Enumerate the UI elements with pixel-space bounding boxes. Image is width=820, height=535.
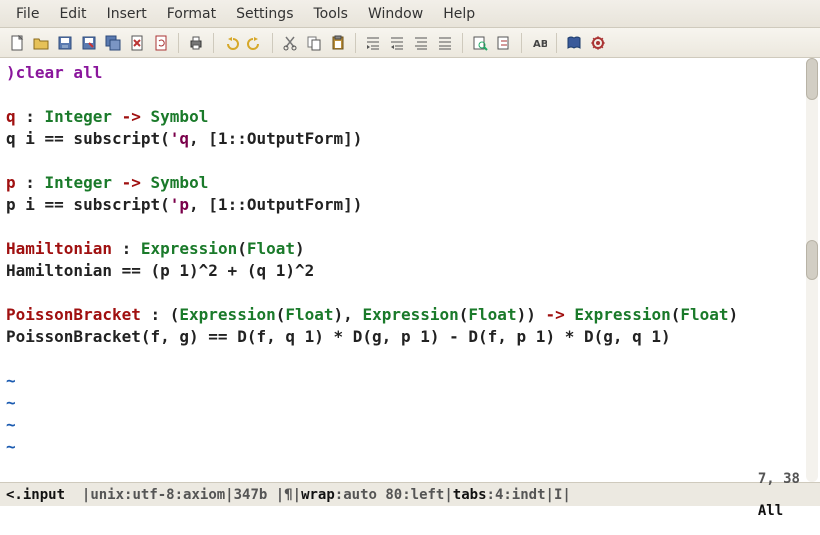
- status-sep: |: [293, 487, 301, 503]
- save-as-icon[interactable]: [78, 32, 100, 54]
- uncomment-icon[interactable]: [434, 32, 456, 54]
- cut-icon[interactable]: [279, 32, 301, 54]
- comment-icon[interactable]: [410, 32, 432, 54]
- code-line: [6, 84, 814, 106]
- status-line-col: 7, 38: [758, 471, 800, 487]
- editor-view[interactable]: )clear all q : Integer -> Symbolq i == s…: [0, 58, 820, 482]
- editor-content[interactable]: )clear all q : Integer -> Symbolq i == s…: [0, 58, 820, 462]
- code-line: Hamiltonian == (p 1)^2 + (q 1)^2: [6, 260, 814, 282]
- toolbar-separator: [272, 33, 273, 53]
- reload-icon[interactable]: [150, 32, 172, 54]
- print-icon[interactable]: [185, 32, 207, 54]
- paste-icon[interactable]: [327, 32, 349, 54]
- code-line: [6, 216, 814, 238]
- status-filetype: <.input: [6, 487, 65, 503]
- status-tabs-label: tabs: [453, 487, 487, 503]
- menu-format[interactable]: Format: [157, 0, 226, 28]
- status-tabs-val: :4:indt: [487, 487, 546, 503]
- statusbar: <.input | unix:utf-8:axiom | 347b | ¶ | …: [0, 482, 820, 506]
- open-icon[interactable]: [30, 32, 52, 54]
- redo-icon[interactable]: [244, 32, 266, 54]
- scrollbar-thumb[interactable]: [806, 58, 818, 100]
- code-line: PoissonBracket(f, g) == D(f, q 1) * D(g,…: [6, 326, 814, 348]
- save-all-icon[interactable]: [102, 32, 124, 54]
- menu-window[interactable]: Window: [358, 0, 433, 28]
- goto-icon[interactable]: AB: [528, 32, 550, 54]
- save-icon[interactable]: [54, 32, 76, 54]
- code-line: p : Integer -> Symbol: [6, 172, 814, 194]
- code-line: [6, 348, 814, 370]
- code-line: PoissonBracket : (Expression(Float), Exp…: [6, 304, 814, 326]
- menu-settings[interactable]: Settings: [226, 0, 303, 28]
- book-icon[interactable]: [563, 32, 585, 54]
- code-line: Hamiltonian : Expression(Float): [6, 238, 814, 260]
- toolbar-separator: [556, 33, 557, 53]
- code-line: ~: [6, 392, 814, 414]
- toolbar-separator: [462, 33, 463, 53]
- code-line: [6, 282, 814, 304]
- gear-icon[interactable]: [587, 32, 609, 54]
- status-sep: |: [267, 487, 284, 503]
- new-icon[interactable]: [6, 32, 28, 54]
- code-line: q : Integer -> Symbol: [6, 106, 814, 128]
- status-sep: |: [546, 487, 554, 503]
- status-mode: I: [554, 487, 562, 503]
- close-icon[interactable]: [126, 32, 148, 54]
- scrollbar-thumb[interactable]: [806, 240, 818, 280]
- menu-tools[interactable]: Tools: [303, 0, 358, 28]
- status-sep: |: [562, 487, 570, 503]
- status-sep: |: [225, 487, 233, 503]
- code-line: )clear all: [6, 62, 814, 84]
- status-sep: |: [65, 487, 90, 503]
- toolbar-separator: [213, 33, 214, 53]
- pilcrow-icon: ¶: [284, 487, 292, 503]
- status-wrap-label: wrap: [301, 487, 335, 503]
- copy-icon[interactable]: [303, 32, 325, 54]
- status-sep: |: [444, 487, 452, 503]
- code-line: ~: [6, 436, 814, 458]
- menubar: FileEditInsertFormatSettingsToolsWindowH…: [0, 0, 820, 28]
- code-line: [6, 150, 814, 172]
- find-icon[interactable]: [469, 32, 491, 54]
- code-line: p i == subscript('p, [1::OutputForm]): [6, 194, 814, 216]
- status-wrap-val: :auto 80:left: [335, 487, 445, 503]
- toolbar-separator: [178, 33, 179, 53]
- undo-icon[interactable]: [220, 32, 242, 54]
- status-position: All: [758, 503, 783, 519]
- code-line: ~: [6, 370, 814, 392]
- toolbar-separator: [521, 33, 522, 53]
- find-replace-icon[interactable]: [493, 32, 515, 54]
- vertical-scrollbar[interactable]: [806, 58, 818, 482]
- status-encoding: unix:utf-8:axiom: [90, 487, 225, 503]
- code-line: q i == subscript('q, [1::OutputForm]): [6, 128, 814, 150]
- menu-insert[interactable]: Insert: [97, 0, 157, 28]
- toolbar-separator: [355, 33, 356, 53]
- status-size: 347b: [234, 487, 268, 503]
- outdent-icon[interactable]: [386, 32, 408, 54]
- code-line: ~: [6, 414, 814, 436]
- svg-text:AB: AB: [533, 39, 547, 50]
- menu-edit[interactable]: Edit: [49, 0, 96, 28]
- menu-file[interactable]: File: [6, 0, 49, 28]
- toolbar: AB: [0, 28, 820, 58]
- menu-help[interactable]: Help: [433, 0, 485, 28]
- indent-icon[interactable]: [362, 32, 384, 54]
